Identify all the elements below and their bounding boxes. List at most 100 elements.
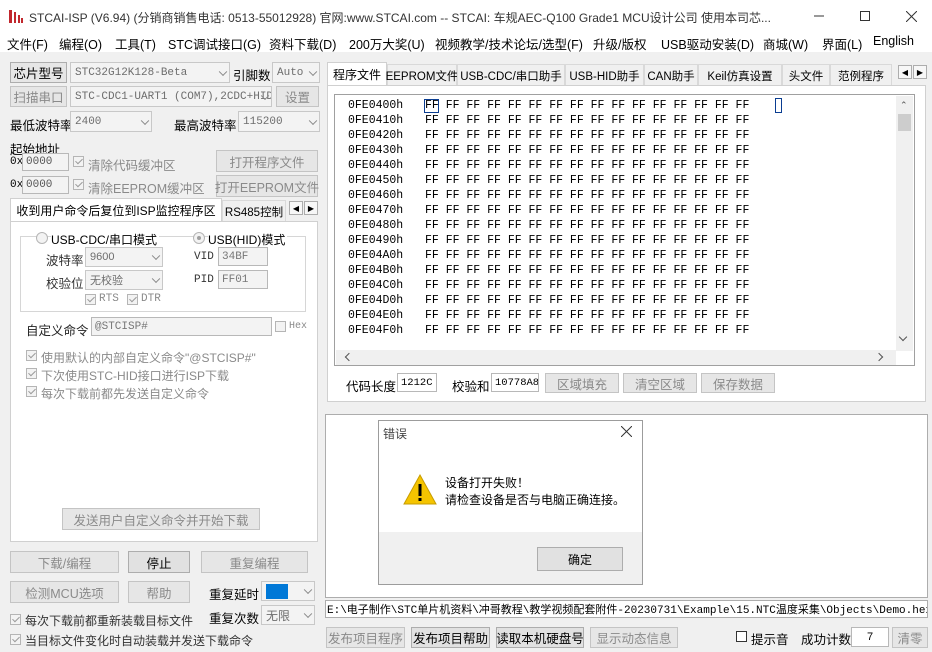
tab-keil-settings[interactable]: Keil仿真设置 [698,64,782,86]
next-hid-checkbox[interactable] [26,368,37,379]
open-program-file-button[interactable]: 打开程序文件 [216,150,318,172]
port-select[interactable]: STC-CDC1-UART1 (COM7),2CDC+HID [70,86,272,107]
publish-program-button[interactable]: 发布项目程序 [326,627,405,648]
repeat-delay-select[interactable]: 1 秒 [261,581,315,601]
chevron-down-icon [218,67,228,76]
menu-debug-interface[interactable]: STC调试接口(G) [168,34,261,53]
maximize-button[interactable] [842,0,888,32]
repeat-program-button[interactable]: 重复编程 [201,551,308,573]
parity-value: 无校验 [90,275,123,287]
repeat-count-select[interactable]: 无限 [261,605,315,625]
hex-editor[interactable]: 0FE0400h FF FF FF FF FF FF FF FF FF FF FF… [336,96,896,351]
tab-can-assistant[interactable]: CAN助手 [644,64,698,86]
custom-command-input[interactable]: @STCISP# [91,317,272,336]
hex-horizontal-scrollbar[interactable] [336,350,896,365]
tab-usb-hid-assistant[interactable]: USB-HID助手 [565,64,644,86]
stop-button[interactable]: 停止 [128,551,190,573]
pin-count-select[interactable]: Auto [272,62,320,83]
use-default-command-checkbox[interactable] [26,350,37,361]
tab-header-file[interactable]: 头文件 [782,64,830,86]
checksum-value: 10778A8 [491,373,539,392]
tab-scroll-right-button[interactable]: ▶ [304,201,318,215]
show-dynamic-info-button[interactable]: 显示动态信息 [590,627,678,648]
chip-type-select[interactable]: STC32G12K128-Beta [70,62,230,83]
hex-address: 0FE04F0h [348,324,404,337]
hex-address: 0FE0490h [348,234,404,247]
clear-region-button[interactable]: 清空区域 [623,373,697,393]
open-eeprom-file-button[interactable]: 打开EEPROM文件 [215,175,319,197]
auto-reload-checkbox[interactable] [10,634,21,645]
success-count-label: 成功计数 [801,633,852,647]
usb-cdc-radio[interactable] [36,232,48,244]
scroll-up-icon[interactable]: ⌃ [900,100,908,111]
close-button[interactable] [888,0,932,32]
eeprom-start-address-input[interactable]: 0000 [22,176,69,194]
min-baud-select[interactable]: 2400 [70,111,152,132]
parity-select[interactable]: 无校验 [85,270,163,290]
next-hid-label: 下次使用STC-HID接口进行ISP下载 [41,369,230,383]
menu-upgrade[interactable]: 升级/版权 [593,34,646,53]
tab-examples[interactable]: 范例程序 [830,64,892,86]
main-tab-scroll-right-button[interactable]: ▶ [913,65,927,79]
settings-button[interactable]: 设置 [276,86,319,107]
menu-program[interactable]: 编程(O) [59,34,102,53]
hex-checkbox[interactable] [275,321,286,332]
tab-usb-cdc-assistant[interactable]: USB-CDC/串口助手 [457,64,565,86]
menu-tools[interactable]: 工具(T) [115,34,156,53]
scroll-left-icon[interactable] [344,352,354,362]
menu-prize[interactable]: 200万大奖(U) [349,34,425,53]
main-tab-scroll-left-button[interactable]: ◀ [898,65,912,79]
rts-checkbox[interactable] [85,294,96,305]
hex-address: 0FE0470h [348,204,404,217]
menu-usb-driver[interactable]: USB驱动安装(D) [661,34,754,53]
region-fill-button[interactable]: 区域填充 [545,373,619,393]
menu-interface[interactable]: 界面(L) [822,34,862,53]
help-button[interactable]: 帮助 [128,581,190,603]
clear-count-button[interactable]: 清零 [892,627,928,648]
scroll-right-icon[interactable] [874,352,884,362]
hex-vertical-scrollbar[interactable]: ⌃ [896,96,913,351]
vid-input[interactable]: 34BF [218,247,268,266]
read-disk-id-button[interactable]: 读取本机硬盘号 [496,627,584,648]
dtr-checkbox[interactable] [127,294,138,305]
publish-help-button[interactable]: 发布项目帮助 [411,627,490,648]
dialog-ok-button[interactable]: 确定 [537,547,623,571]
dialog-close-icon[interactable] [621,426,632,437]
menu-video-forum[interactable]: 视频教学/技术论坛/选型(F) [435,34,583,53]
hex-cursor [424,99,439,113]
hex-bytes: FF FF FF FF FF FF FF FF FF FF FF FF FF F… [425,114,750,127]
tab-rs485-control[interactable]: RS485控制 [222,200,286,222]
download-program-button[interactable]: 下载/编程 [10,551,119,573]
sound-checkbox[interactable] [736,631,747,642]
chevron-down-icon [308,116,318,125]
scroll-down-icon[interactable] [898,332,908,342]
hex-bytes: FF FF FF FF FF FF FF FF FF FF FF FF FF F… [425,204,750,217]
tab-reset-to-isp[interactable]: 收到用户命令后复位到ISP监控程序区 [10,198,222,222]
reload-before-download-checkbox[interactable] [10,614,21,625]
baud-select[interactable]: 9600 [85,247,163,267]
clear-code-checkbox[interactable] [73,156,84,167]
scan-port-button[interactable]: 扫描串口 [10,86,67,107]
max-baud-select[interactable]: 115200 [238,111,320,132]
tab-program-file[interactable]: 程序文件 [327,62,387,86]
scrollbar-thumb[interactable] [898,114,911,131]
file-path-display: E:\电子制作\STC单片机资料\冲哥教程\教学视频配套附件-20230731\… [325,600,928,618]
hex-bytes: FF FF FF FF FF FF FF FF FF FF FF FF FF F… [425,159,750,172]
menu-english[interactable]: English [873,34,914,48]
minimize-button[interactable] [796,0,842,32]
clear-eeprom-checkbox[interactable] [73,179,84,190]
menu-file[interactable]: 文件(F) [7,34,48,53]
chip-type-button[interactable]: 芯片型号 [10,62,67,83]
check-mcu-button[interactable]: 检测MCU选项 [10,581,119,603]
code-start-address-input[interactable]: 0000 [22,153,69,171]
tab-scroll-left-button[interactable]: ◀ [289,201,303,215]
tab-eeprom-file[interactable]: EEPROM文件 [386,64,458,86]
send-custom-command-button[interactable]: 发送用户自定义命令并开始下载 [62,508,260,530]
pid-input[interactable]: FF01 [218,270,268,289]
hex-bytes: FF FF FF FF FF FF FF FF FF FF FF FF FF F… [425,174,750,187]
usb-hid-radio[interactable] [193,232,205,244]
menu-shop[interactable]: 商城(W) [763,34,808,53]
save-data-button[interactable]: 保存数据 [701,373,775,393]
send-before-download-checkbox[interactable] [26,386,37,397]
menu-download-docs[interactable]: 资料下载(D) [269,34,336,53]
